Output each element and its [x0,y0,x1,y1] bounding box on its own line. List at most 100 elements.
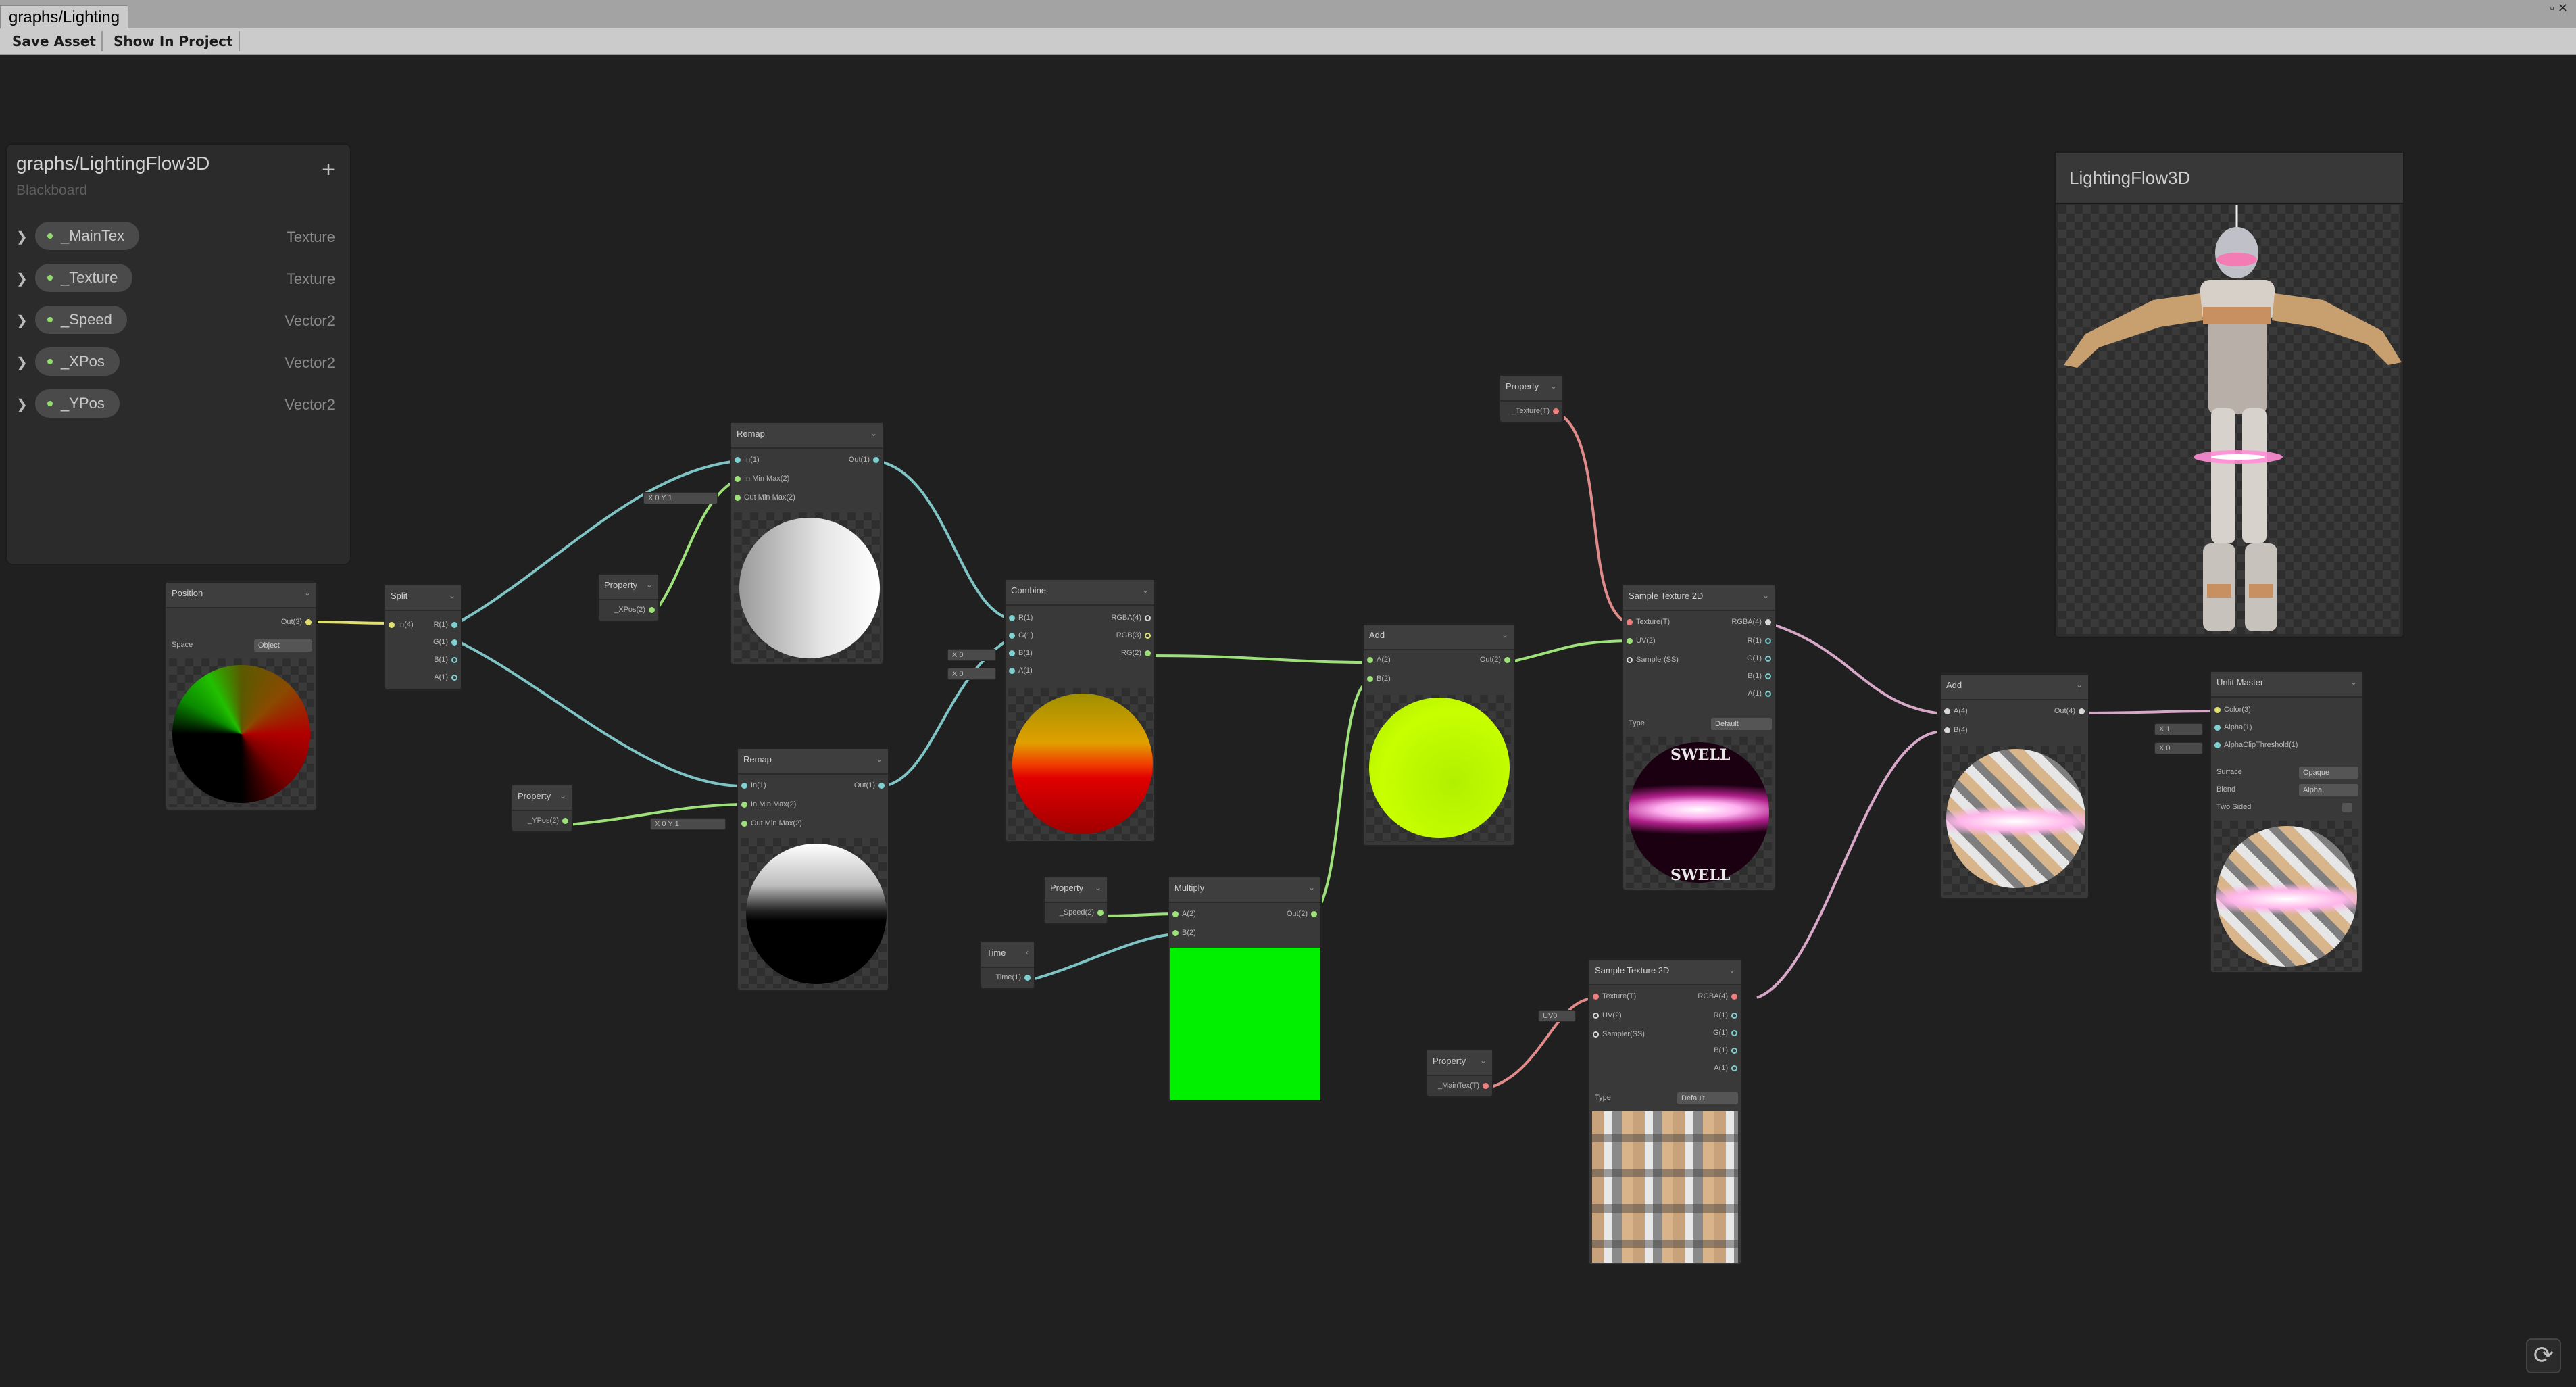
node-header[interactable]: Property ⌄ [1045,877,1107,903]
node-header[interactable]: Property ⌄ [512,785,572,811]
output-port[interactable]: Out(3) [281,618,315,626]
node-header[interactable]: Combine ⌄ [1006,580,1154,606]
node-header[interactable]: Property ⌄ [1500,376,1562,402]
expand-arrow-icon[interactable]: ❯ [16,228,28,245]
chevron-down-icon[interactable]: ⌄ [2076,680,2083,689]
expand-arrow-icon[interactable]: ❯ [16,312,28,329]
output-port[interactable]: G(1) [1747,654,1775,662]
node-header[interactable]: Property ⌄ [1427,1050,1492,1076]
node-header[interactable]: Add ⌄ [1364,625,1514,650]
time-node[interactable]: Time ‹ Time(1) [980,941,1035,990]
node-header[interactable]: Add ⌄ [1941,675,2088,700]
property-node-xpos[interactable]: Property ⌄ _XPos(2) [597,573,660,622]
output-port[interactable]: _YPos(2) [528,817,572,825]
output-port[interactable]: B(1) [1748,672,1775,680]
multiply-node[interactable]: Multiply ⌄ A(2) B(2) Out(2) [1168,876,1322,1102]
output-port[interactable]: B(1) [434,656,461,664]
input-port[interactable]: B(4) [1941,726,1968,734]
output-port[interactable]: G(1) [433,638,461,646]
output-port[interactable]: _XPos(2) [614,606,658,614]
input-port[interactable]: AlphaClipThreshold(1) [2211,741,2298,749]
input-port[interactable]: In(1) [731,456,760,464]
input-port[interactable]: Texture(T) [1623,618,1670,626]
alpha-field[interactable]: X 1 [2154,723,2203,735]
in-min-max-field[interactable]: X 0 Y 1 [643,492,718,504]
node-header[interactable]: Remap ⌄ [738,749,888,775]
type-dropdown[interactable]: Default [1711,718,1772,730]
blackboard-property-row[interactable]: ❯ _Speed Vector2 [7,301,350,341]
split-node[interactable]: Split ⌄ In(4) R(1) G(1) B(1) A(1) [384,584,462,691]
node-header[interactable]: Position ⌄ [166,583,316,608]
output-port[interactable]: Out(1) [854,781,888,789]
refresh-icon[interactable]: ⟳ [2526,1338,2561,1373]
input-port[interactable]: Sampler(SS) [1589,1030,1645,1038]
output-port[interactable]: Out(2) [1480,656,1514,664]
chevron-down-icon[interactable]: ⌄ [1142,585,1149,595]
remap-node-bottom[interactable]: Remap ⌄ In(1) In Min Max(2) Out Min Max(2… [737,748,889,991]
add-node-color[interactable]: Add ⌄ A(4) B(4) Out(4) [1939,673,2089,899]
space-dropdown[interactable]: Object [254,639,312,652]
output-port[interactable]: Out(1) [849,456,883,464]
input-port[interactable]: UV(2) [1623,637,1656,645]
combine-a-field[interactable]: X 0 [947,668,996,680]
output-port[interactable]: G(1) [1713,1029,1741,1037]
alpha-clip-field[interactable]: X 0 [2154,742,2203,754]
property-node-ypos[interactable]: Property ⌄ _YPos(2) [511,784,573,833]
input-port[interactable]: UV(2) [1589,1011,1622,1019]
node-header[interactable]: Split ⌄ [385,585,461,611]
output-port[interactable]: A(1) [1714,1064,1741,1072]
output-port[interactable]: A(1) [434,673,461,681]
chevron-down-icon[interactable]: ⌄ [876,754,883,764]
output-port[interactable]: R(1) [1714,1011,1741,1019]
output-port[interactable]: A(1) [1748,689,1775,698]
input-port[interactable]: In(4) [385,620,414,629]
add-property-button[interactable]: + [322,157,335,183]
output-port[interactable]: B(1) [1714,1046,1741,1054]
uv-channel-field[interactable]: UV0 [1538,1010,1576,1022]
surface-dropdown[interactable]: Opaque [2299,766,2358,779]
combine-b-field[interactable]: X 0 [947,649,996,661]
output-port[interactable]: R(1) [434,620,461,629]
chevron-down-icon[interactable]: ⌄ [1762,591,1769,600]
output-port[interactable]: R(1) [1748,637,1775,645]
chevron-down-icon[interactable]: ⌄ [870,429,877,438]
output-port[interactable]: Time(1) [996,973,1034,981]
property-node-maintex[interactable]: Property ⌄ _MainTex(T) [1426,1049,1493,1098]
property-pill[interactable]: _XPos [35,347,120,376]
chevron-down-icon[interactable]: ⌄ [1729,965,1735,975]
output-port[interactable]: RGBA(4) [1731,618,1775,626]
property-pill[interactable]: _Texture [35,264,133,292]
node-header[interactable]: Unlit Master ⌄ [2211,672,2362,698]
type-dropdown[interactable]: Default [1677,1092,1738,1104]
output-port[interactable]: Out(4) [2054,707,2088,715]
position-node[interactable]: Position ⌄ Out(3) Space Object [165,581,318,811]
expand-arrow-icon[interactable]: ❯ [16,354,28,371]
unlit-master-node[interactable]: Unlit Master ⌄ Color(3) Alpha(1) AlphaCli… [2210,671,2364,973]
combine-node[interactable]: Combine ⌄ R(1) G(1) B(1) A(1) RGBA(4) RGB… [1004,579,1156,842]
chevron-down-icon[interactable]: ⌄ [2350,677,2357,687]
property-node-texture[interactable]: Property ⌄ _Texture(T) [1499,374,1564,423]
node-header[interactable]: Sample Texture 2D ⌄ [1623,585,1775,611]
input-port[interactable]: B(1) [1006,649,1033,657]
property-pill[interactable]: _Speed [35,306,127,334]
blend-dropdown[interactable]: Alpha [2299,784,2358,796]
output-port[interactable]: RGBA(4) [1111,614,1154,622]
output-port[interactable]: _MainTex(T) [1438,1081,1492,1090]
blackboard-property-row[interactable]: ❯ _XPos Vector2 [7,343,350,383]
input-port[interactable]: In Min Max(2) [738,800,796,808]
input-port[interactable]: Alpha(1) [2211,723,2252,731]
main-preview-viewport[interactable] [2058,205,2402,634]
input-port[interactable]: B(2) [1169,929,1196,937]
expand-arrow-icon[interactable]: ❯ [16,396,28,413]
input-port[interactable]: A(1) [1006,666,1033,675]
node-header[interactable]: Sample Texture 2D ⌄ [1589,960,1741,986]
blackboard-property-row[interactable]: ❯ _YPos Vector2 [7,385,350,424]
input-port[interactable]: A(2) [1169,910,1196,918]
input-port[interactable]: Texture(T) [1589,992,1636,1000]
chevron-down-icon[interactable]: ⌄ [449,591,455,600]
blackboard-property-row[interactable]: ❯ _MainTex Texture [7,218,350,257]
input-port[interactable]: Sampler(SS) [1623,656,1679,664]
output-port[interactable]: RGBA(4) [1698,992,1741,1000]
input-port[interactable]: A(4) [1941,707,1968,715]
node-header[interactable]: Time ‹ [981,942,1034,968]
